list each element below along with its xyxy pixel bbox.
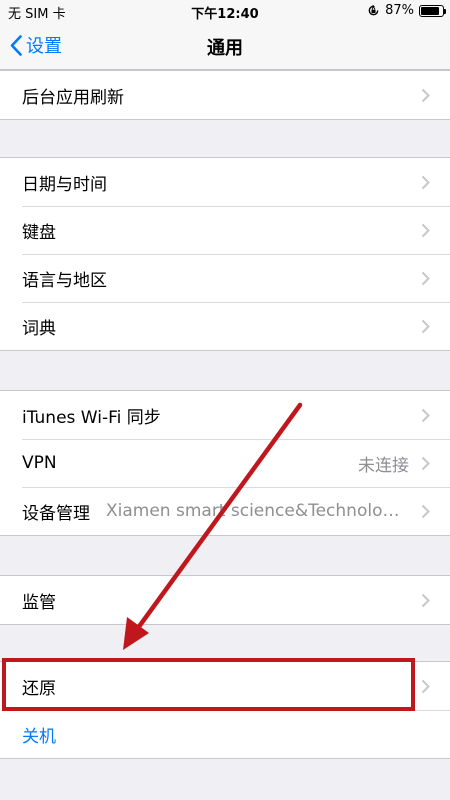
row-keyboard[interactable]: 键盘 [0, 206, 450, 254]
chevron-right-icon [421, 408, 430, 422]
settings-group-supervision: 监管 [0, 575, 450, 625]
annotation-highlight-box [2, 658, 415, 711]
settings-group-background-refresh: 后台应用刷新 [0, 70, 450, 120]
settings-group-language: 日期与时间 键盘 语言与地区 词典 [0, 157, 450, 351]
row-language-region[interactable]: 语言与地区 [0, 254, 450, 302]
chevron-right-icon [421, 319, 430, 333]
row-label: 后台应用刷新 [22, 87, 124, 108]
orientation-lock-icon [368, 4, 379, 16]
row-label: 键盘 [22, 222, 56, 243]
chevron-right-icon [421, 456, 430, 470]
status-bar: 无 SIM 卡 下午12:40 87% [0, 0, 450, 22]
chevron-right-icon [421, 175, 430, 189]
row-itunes-wifi-sync[interactable]: iTunes Wi-Fi 同步 [0, 391, 450, 439]
settings-group-sync: iTunes Wi-Fi 同步 VPN 未连接 设备管理 Xiamen smar… [0, 390, 450, 536]
row-label: 日期与时间 [22, 174, 107, 195]
chevron-right-icon [421, 271, 430, 285]
chevron-right-icon [421, 679, 430, 693]
chevron-right-icon [421, 504, 430, 518]
vpn-status: 未连接 [358, 455, 409, 476]
row-supervision[interactable]: 监管 [0, 576, 450, 624]
battery-fill [421, 6, 440, 15]
chevron-right-icon [421, 88, 430, 102]
row-dictionary[interactable]: 词典 [0, 302, 450, 350]
row-label: VPN [22, 453, 57, 473]
row-background-app-refresh[interactable]: 后台应用刷新 [0, 71, 450, 119]
row-vpn[interactable]: VPN 未连接 [0, 439, 450, 487]
row-label: 设备管理 [22, 503, 90, 524]
row-label: 语言与地区 [22, 270, 107, 291]
page-title: 通用 [207, 38, 243, 59]
row-label: iTunes Wi-Fi 同步 [22, 407, 161, 428]
status-right: 87% [367, 3, 446, 18]
row-label: 关机 [22, 726, 56, 747]
nav-bar: 设置 通用 [0, 22, 450, 70]
row-shut-down[interactable]: 关机 [0, 710, 450, 758]
row-device-management[interactable]: 设备管理 Xiamen smart science&Technolog... [0, 487, 450, 535]
row-date-time[interactable]: 日期与时间 [0, 158, 450, 206]
device-management-profile: Xiamen smart science&Technolog... [106, 501, 409, 521]
row-label: 监管 [22, 592, 56, 613]
chevron-right-icon [421, 223, 430, 237]
chevron-right-icon [421, 593, 430, 607]
battery-percent: 87% [385, 3, 414, 18]
battery-icon [419, 4, 446, 17]
row-label: 词典 [22, 318, 56, 339]
